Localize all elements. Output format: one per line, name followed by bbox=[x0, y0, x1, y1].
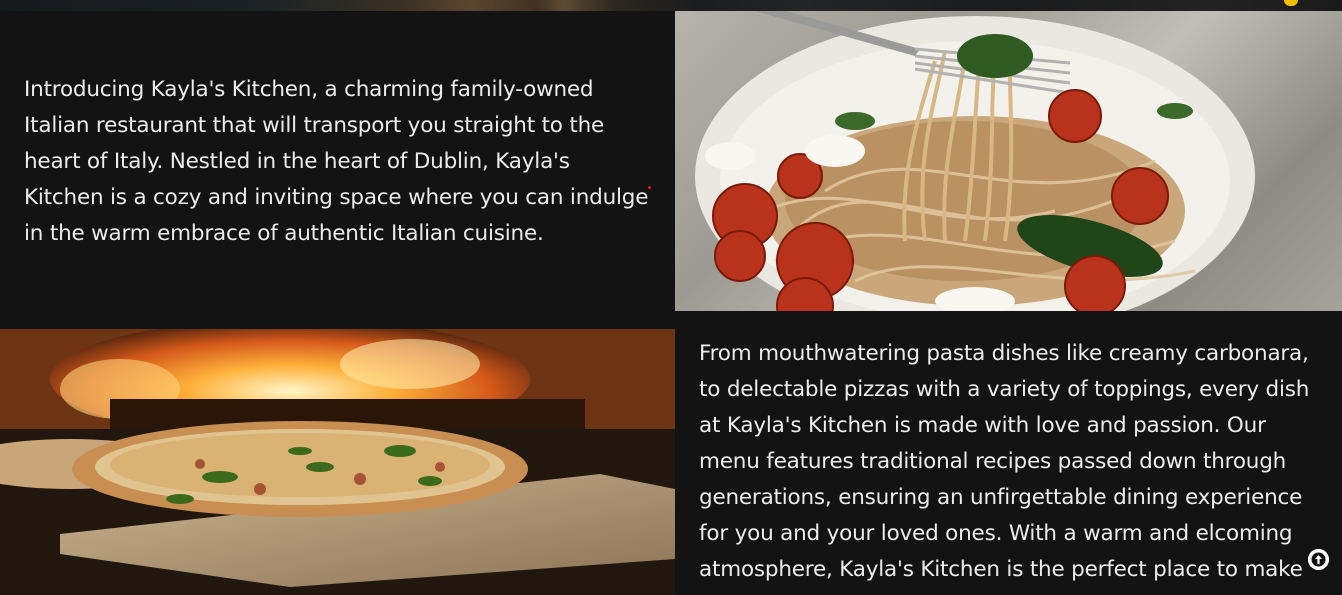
intro-paragraph: Introducing Kayla's Kitchen, a charming … bbox=[24, 77, 649, 246]
pasta-illustration bbox=[695, 11, 1255, 311]
description-paragraph: From mouthwatering pasta dishes like cre… bbox=[699, 341, 1310, 595]
pizza-illustration bbox=[0, 329, 675, 595]
scroll-to-top-button[interactable] bbox=[1308, 549, 1329, 570]
pizza-image bbox=[0, 329, 675, 595]
accent-icon bbox=[1284, 0, 1298, 6]
hero-image-strip bbox=[0, 0, 1342, 11]
decorative-dot bbox=[648, 186, 651, 189]
arrow-up-icon bbox=[1308, 549, 1329, 570]
page: Introducing Kayla's Kitchen, a charming … bbox=[0, 0, 1342, 595]
pasta-image bbox=[675, 11, 1342, 311]
